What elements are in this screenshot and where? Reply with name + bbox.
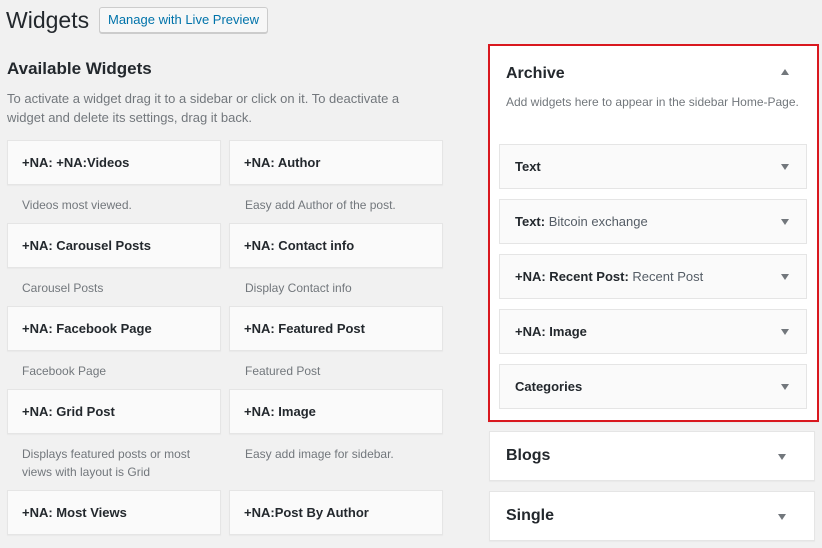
sidebar-single-title: Single (506, 507, 555, 524)
page-title: Widgets (6, 7, 90, 33)
sidebar-archive-description: Add widgets here to appear in the sideba… (506, 95, 799, 109)
placed-widget-name: +NA: Recent Post: (515, 269, 629, 284)
caret-down-icon[interactable] (781, 274, 789, 280)
widget-facebook-page[interactable]: +NA: Facebook Page (7, 306, 221, 351)
widget-carousel-posts[interactable]: +NA: Carousel Posts (7, 223, 221, 268)
sidebar-archive-title: Archive (506, 65, 565, 82)
manage-live-preview-button[interactable]: Manage with Live Preview (99, 7, 269, 33)
placed-widget-recent-post[interactable]: +NA: Recent Post: Recent Post (499, 254, 807, 299)
widget-author-desc: Easy add Author of the post. (245, 198, 396, 212)
widget-post-by-author[interactable]: +NA:Post By Author (229, 490, 443, 535)
sidebar-blogs[interactable]: Blogs (489, 431, 815, 481)
caret-down-icon[interactable] (781, 329, 789, 335)
caret-down-icon[interactable] (778, 514, 786, 520)
available-widgets-title: Available Widgets (7, 59, 152, 78)
widget-videos[interactable]: +NA: +NA:Videos (7, 140, 221, 185)
placed-widget-subtitle: Recent Post (628, 269, 704, 284)
widget-grid-post[interactable]: +NA: Grid Post (7, 389, 221, 434)
widget-most-views[interactable]: +NA: Most Views (7, 490, 221, 535)
widget-contact-info[interactable]: +NA: Contact info (229, 223, 443, 268)
available-widgets-description: To activate a widget drag it to a sideba… (7, 91, 400, 125)
placed-widget-name: Text: (515, 214, 546, 229)
widget-grid-post-desc: Displays featured posts or most views wi… (22, 447, 191, 479)
sidebar-archive[interactable]: Archive Add widgets here to appear in th… (488, 44, 819, 422)
placed-widget-text[interactable]: Text (499, 144, 807, 189)
sidebar-blogs-title: Blogs (506, 447, 551, 464)
placed-widget-text-bitcoin[interactable]: Text: Bitcoin exchange (499, 199, 807, 244)
placed-widget-name: Text (515, 159, 541, 174)
placed-widget-name: Categories (515, 379, 583, 394)
caret-up-icon[interactable] (781, 69, 789, 75)
widget-videos-desc: Videos most viewed. (22, 198, 132, 212)
caret-down-icon[interactable] (781, 219, 789, 225)
placed-widget-categories[interactable]: Categories (499, 364, 807, 409)
placed-widget-name: +NA: Image (515, 324, 587, 339)
widget-image[interactable]: +NA: Image (229, 389, 443, 434)
widget-featured-post[interactable]: +NA: Featured Post (229, 306, 443, 351)
widget-featured-post-desc: Featured Post (245, 364, 321, 378)
widget-carousel-posts-desc: Carousel Posts (22, 281, 104, 295)
caret-down-icon[interactable] (781, 384, 789, 390)
caret-down-icon[interactable] (781, 164, 789, 170)
caret-down-icon[interactable] (778, 454, 786, 460)
placed-widget-image[interactable]: +NA: Image (499, 309, 807, 354)
widget-facebook-page-desc: Facebook Page (22, 364, 107, 378)
sidebar-single[interactable]: Single (489, 491, 815, 541)
widget-image-desc: Easy add image for sidebar. (245, 447, 394, 461)
placed-widget-subtitle: Bitcoin exchange (545, 214, 648, 229)
widget-contact-info-desc: Display Contact info (245, 281, 352, 295)
widget-author[interactable]: +NA: Author (229, 140, 443, 185)
